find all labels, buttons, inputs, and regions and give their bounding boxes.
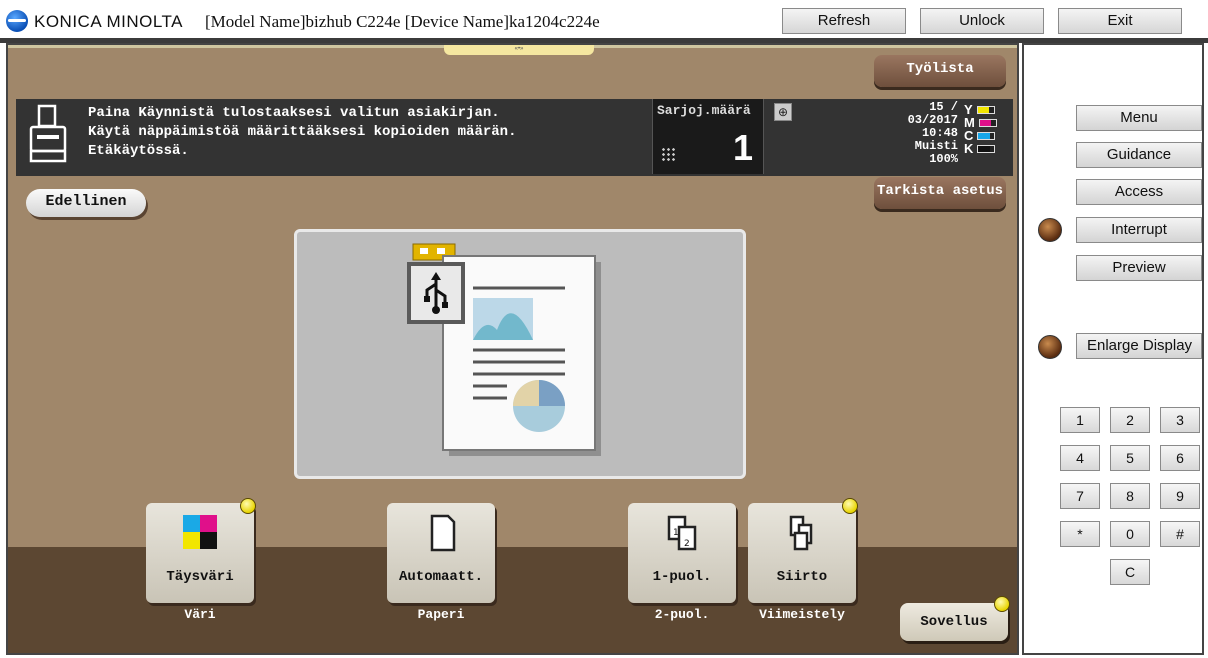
copy-count-value: 1 [732, 127, 753, 168]
finishing-category-label: Viimeistely [759, 607, 845, 622]
keypad-key-8[interactable]: 8 [1110, 483, 1150, 509]
interrupt-button[interactable]: Interrupt [1076, 217, 1202, 243]
usb-document-preview-icon [407, 243, 601, 456]
paper-button-label: Automaatt. [398, 569, 483, 585]
enlarge-display-indicator-icon [1038, 335, 1062, 359]
paper-auto-button[interactable]: Automaatt. [387, 503, 495, 603]
color-button-label: Täysväri [166, 569, 234, 585]
print-document-icon [29, 104, 67, 163]
refresh-button[interactable]: Refresh [782, 8, 906, 34]
guidance-button[interactable]: Guidance [1076, 142, 1202, 168]
enlarge-display-button[interactable]: Enlarge Display [1076, 333, 1202, 359]
exit-button[interactable]: Exit [1058, 8, 1182, 34]
application-button[interactable]: Sovellus [900, 603, 1008, 641]
memory-value: 100% [929, 152, 958, 166]
keypad-key-7[interactable]: 7 [1060, 483, 1100, 509]
status-message: Paina Käynnistä tulostaaksesi valitun as… [88, 104, 516, 161]
copy-count-label: Sarjoj.määrä [657, 103, 751, 118]
preview-button[interactable]: Preview [1076, 255, 1202, 281]
duplex-button-label: 1-puol. [652, 569, 712, 585]
device-status: 15 / 03/2017 10:48 Muisti 100% [878, 101, 958, 166]
keypad-key-3[interactable]: 3 [1160, 407, 1200, 433]
job-list-tab[interactable]: Työlista [874, 55, 1006, 87]
duplex-pages-icon: 1 2 [667, 515, 697, 551]
svg-text:2: 2 [684, 539, 690, 549]
control-side-panel: Menu Guidance Access Interrupt Preview E… [1022, 43, 1204, 655]
cmyk-color-icon [183, 515, 217, 549]
keypad-key-star[interactable]: * [1060, 521, 1100, 547]
finishing-indicator-dot [842, 498, 858, 514]
duplex-category-label: 2-puol. [654, 607, 710, 622]
keypad-icon [661, 147, 677, 163]
date-text: 15 / 03/2017 [907, 100, 958, 127]
previous-button[interactable]: Edellinen [26, 189, 146, 217]
keypad-key-6[interactable]: 6 [1160, 445, 1200, 471]
message-bar: Paina Käynnistä tulostaaksesi valitun as… [16, 99, 1013, 176]
keypad-key-1[interactable]: 1 [1060, 407, 1100, 433]
duplex-one-sided-button[interactable]: 1 2 1-puol. [628, 503, 736, 603]
keypad-key-9[interactable]: 9 [1160, 483, 1200, 509]
status-message-line: Etäkäytössä. [88, 143, 189, 159]
toner-row-black: K [964, 141, 1014, 156]
network-icon: ⊕ [774, 103, 792, 121]
status-message-line: Paina Käynnistä tulostaaksesi valitun as… [88, 105, 500, 121]
toner-levels: Y M C K [964, 102, 1014, 156]
brand-name: KONICA MINOLTA [34, 12, 184, 31]
unlock-button[interactable]: Unlock [920, 8, 1044, 34]
keypad-key-5[interactable]: 5 [1110, 445, 1150, 471]
status-message-line: Käytä näppäimistöä määrittääksesi kopioi… [88, 124, 517, 140]
check-settings-tab[interactable]: Tarkista asetus [874, 177, 1006, 209]
document-preview [294, 229, 746, 479]
interrupt-indicator-icon [1038, 218, 1062, 242]
header-bar: KONICA MINOLTA [Model Name]bizhub C224e … [0, 0, 1208, 43]
color-indicator-dot [240, 498, 256, 514]
keypad-clear-key[interactable]: C [1110, 559, 1150, 585]
access-button[interactable]: Access [1076, 179, 1202, 205]
paper-sheet-icon [430, 514, 456, 552]
device-model-text: [Model Name]bizhub C224e [Device Name]ka… [205, 12, 600, 31]
finishing-button-label: Siirto [776, 569, 828, 585]
finishing-offset-button[interactable]: Siirto [748, 503, 856, 603]
color-full-color-button[interactable]: Täysväri [146, 503, 254, 603]
svg-text:1: 1 [673, 528, 679, 538]
device-panel: «•» Työlista Paina Käynnistä tulostaakse… [6, 43, 1019, 655]
menu-button[interactable]: Menu [1076, 105, 1202, 131]
application-indicator-dot [994, 596, 1010, 612]
keypad-key-2[interactable]: 2 [1110, 407, 1150, 433]
copy-count-display[interactable]: Sarjoj.määrä 1 [652, 99, 764, 174]
color-category-label: Väri [184, 607, 216, 622]
keypad-key-0[interactable]: 0 [1110, 521, 1150, 547]
panel-drag-handle[interactable]: «•» [444, 45, 594, 55]
keypad-key-4[interactable]: 4 [1060, 445, 1100, 471]
konica-minolta-logo-icon [6, 10, 28, 32]
offset-stack-icon [789, 515, 813, 551]
paper-category-label: Paperi [417, 607, 465, 622]
keypad-key-hash[interactable]: # [1160, 521, 1200, 547]
